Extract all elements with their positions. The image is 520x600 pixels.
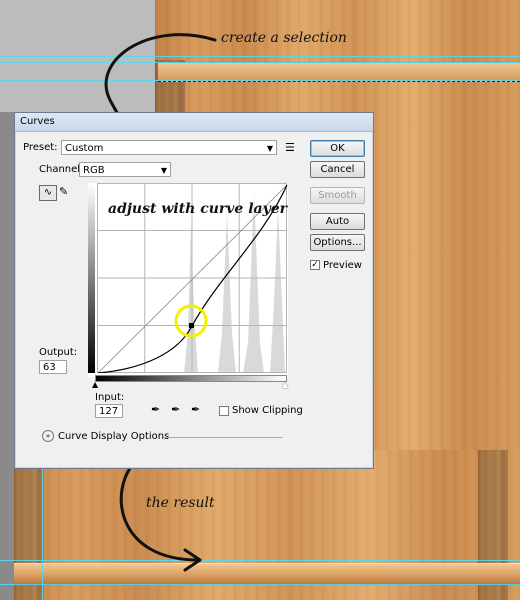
canvas-gray-area <box>0 450 14 600</box>
show-clipping-label: Show Clipping <box>232 405 303 416</box>
channel-label: Channel: <box>39 164 84 175</box>
smooth-button[interactable]: Smooth <box>310 187 365 204</box>
curve-display-options-label[interactable]: Curve Display Options <box>58 431 169 442</box>
guide-line <box>0 80 520 81</box>
show-clipping-checkbox[interactable] <box>219 406 229 416</box>
annotation-result: the result <box>146 495 215 511</box>
preset-label: Preset: <box>23 142 58 153</box>
preset-value: Custom <box>65 143 104 154</box>
output-field[interactable]: 63 <box>39 360 67 374</box>
guide-line <box>0 56 520 57</box>
shelf-board <box>14 563 520 585</box>
channel-select[interactable]: RGB ▼ <box>79 162 171 177</box>
dialog-title: Curves <box>15 113 373 132</box>
black-point-slider[interactable]: ▲ <box>92 380 98 389</box>
chevron-down-icon: ▼ <box>266 144 273 153</box>
expand-options-icon[interactable]: » <box>42 430 54 442</box>
cancel-button[interactable]: Cancel <box>310 161 365 178</box>
annotation-adjust-curve: adjust with curve layer <box>108 201 288 217</box>
annotation-create-selection: create a selection <box>221 30 347 46</box>
guide-line <box>0 584 520 585</box>
input-label: Input: <box>95 392 125 403</box>
channel-value: RGB <box>83 165 105 176</box>
guide-line <box>0 560 520 561</box>
preview-checkbox[interactable]: ✓ <box>310 260 320 270</box>
options-button[interactable]: Options... <box>310 234 365 251</box>
ok-button[interactable]: OK <box>310 140 365 157</box>
selection-strip <box>158 62 520 82</box>
preview-label: Preview <box>323 260 362 271</box>
white-eyedropper-icon[interactable]: ✒ <box>191 403 200 416</box>
white-point-slider[interactable]: ▲ <box>282 380 288 389</box>
guide-line-vertical <box>42 450 43 600</box>
auto-button[interactable]: Auto <box>310 213 365 230</box>
output-gradient-bar <box>88 183 95 373</box>
gray-eyedropper-icon[interactable]: ✒ <box>171 403 180 416</box>
chevron-down-icon: ▼ <box>160 166 167 175</box>
preset-select[interactable]: Custom ▼ <box>61 140 277 155</box>
pencil-icon[interactable]: ✎ <box>59 185 73 199</box>
curve-point-tool-icon[interactable]: ∿ <box>39 185 57 201</box>
black-eyedropper-icon[interactable]: ✒ <box>151 403 160 416</box>
guide-line <box>0 62 520 63</box>
input-gradient-bar <box>95 375 287 382</box>
divider <box>163 437 283 438</box>
preset-options-icon[interactable]: ☰ <box>285 141 295 154</box>
curve-control-point <box>189 323 194 328</box>
output-label: Output: <box>39 347 78 358</box>
curves-dialog: Curves Preset: Custom ▼ ☰ Channel: RGB ▼… <box>14 112 374 469</box>
input-field[interactable]: 127 <box>95 404 123 418</box>
